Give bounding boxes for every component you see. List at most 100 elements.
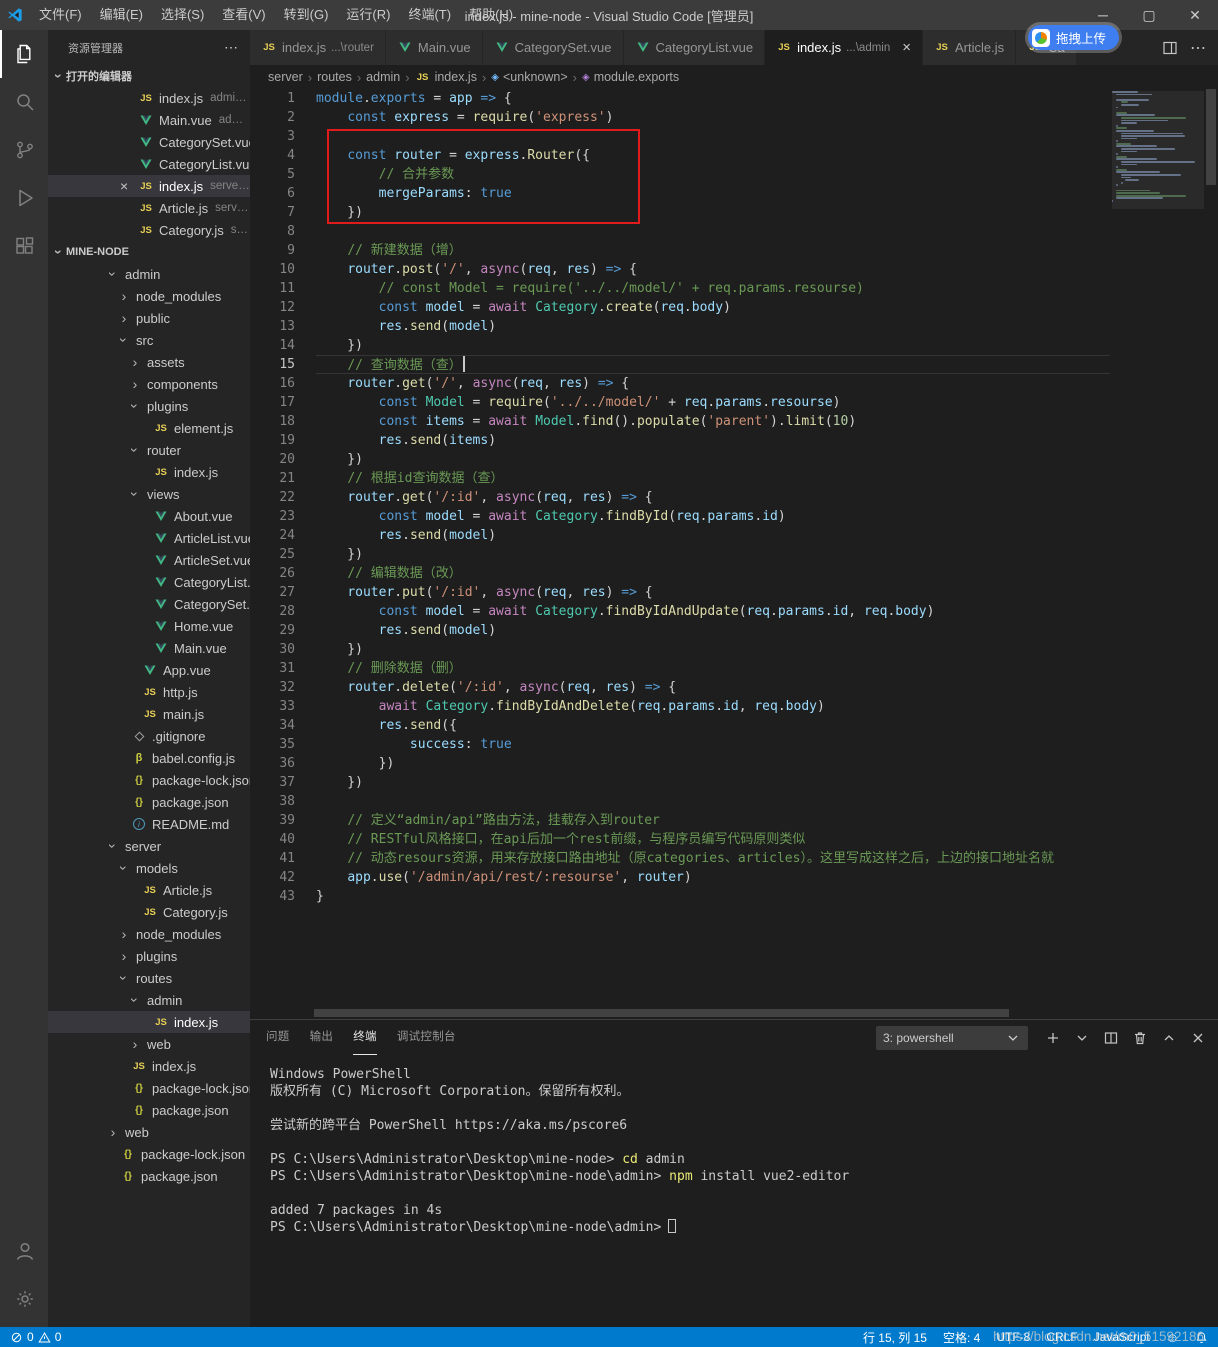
breadcrumb-item[interactable]: admin	[366, 70, 400, 84]
code-line[interactable]: 1 module.exports = app => {	[250, 89, 1110, 108]
tree-item[interactable]: › views	[48, 483, 250, 505]
code-line[interactable]: 5 // 合并参数	[250, 165, 1110, 184]
code-line[interactable]: 2 const express = require('express')	[250, 108, 1110, 127]
terminal-shell-select[interactable]: 3: powershell	[876, 1025, 1028, 1050]
explorer-icon[interactable]	[0, 30, 48, 78]
tree-item[interactable]: {} package-lock.json	[48, 1143, 250, 1165]
panel-tab[interactable]: 问题	[266, 1021, 290, 1055]
code-line[interactable]: 42 app.use('/admin/api/rest/:resourse', …	[250, 868, 1110, 887]
code-line[interactable]: 13 res.send(model)	[250, 317, 1110, 336]
tab-categorylist-vue[interactable]: CategoryList.vue	[623, 30, 766, 65]
project-header[interactable]: › MINE-NODE	[48, 241, 250, 263]
code-line[interactable]: 19 res.send(items)	[250, 431, 1110, 450]
chevron-down-icon[interactable]	[1074, 1030, 1090, 1046]
menu-item[interactable]: 终端(T)	[399, 0, 460, 30]
tab-main-vue[interactable]: Main.vue	[385, 30, 483, 65]
code-line[interactable]: 16 router.get('/', async(req, res) => {	[250, 374, 1110, 393]
open-editor-item[interactable]: JSArticle.jsserver\models	[48, 197, 250, 219]
open-editor-item[interactable]: CategorySet.vueadmi...	[48, 131, 250, 153]
breadcrumb-item[interactable]: routes	[317, 70, 352, 84]
extensions-icon[interactable]	[0, 222, 48, 270]
maximize-icon[interactable]: ▢	[1126, 0, 1172, 30]
tree-item[interactable]: JS index.js	[48, 461, 250, 483]
open-editor-item[interactable]: Main.vueadmin\src\vi...	[48, 109, 250, 131]
account-icon[interactable]	[0, 1227, 48, 1275]
tree-item[interactable]: JS Category.js	[48, 901, 250, 923]
code-line[interactable]: 41 // 动态resours资源，用来存放接口路由地址（原categories…	[250, 849, 1110, 868]
cursor-position[interactable]: 行 15, 列 15	[863, 1329, 927, 1346]
tree-item[interactable]: JS element.js	[48, 417, 250, 439]
code-line[interactable]: 40 // RESTful风格接口，在api后加一个rest前缀，与程序员编写代…	[250, 830, 1110, 849]
code-line[interactable]: 4 const router = express.Router({	[250, 146, 1110, 165]
more-actions-icon[interactable]: ⋯	[1190, 38, 1206, 58]
open-editor-item[interactable]: JSCategory.jsserver\mo...	[48, 219, 250, 241]
tree-item[interactable]: CategoryList.vue	[48, 571, 250, 593]
open-editor-item[interactable]: ×JSindex.jsserver\routes\a...	[48, 175, 250, 197]
code-line[interactable]: 37 })	[250, 773, 1110, 792]
code-editor[interactable]: 1 module.exports = app => {2 const expres…	[250, 89, 1218, 1007]
tree-item[interactable]: i README.md	[48, 813, 250, 835]
tree-item[interactable]: › src	[48, 329, 250, 351]
code-line[interactable]: 33 await Category.findByIdAndDelete(req.…	[250, 697, 1110, 716]
code-line[interactable]: 30 })	[250, 640, 1110, 659]
tree-item[interactable]: › public	[48, 307, 250, 329]
breadcrumb-item[interactable]: server	[268, 70, 303, 84]
code-line[interactable]: 43}	[250, 887, 1110, 906]
tree-item[interactable]: › assets	[48, 351, 250, 373]
close-icon[interactable]: ×	[902, 39, 911, 56]
tree-item[interactable]: {} package.json	[48, 1165, 250, 1187]
minimap[interactable]	[1112, 91, 1204, 1007]
tree-item[interactable]: {} package-lock.json	[48, 769, 250, 791]
panel-tab[interactable]: 调试控制台	[397, 1021, 456, 1055]
code-line[interactable]: 35 success: true	[250, 735, 1110, 754]
tree-item[interactable]: Home.vue	[48, 615, 250, 637]
terminal-output[interactable]: Windows PowerShell 版权所有 (C) Microsoft Cor…	[250, 1055, 1218, 1327]
tree-item[interactable]: › plugins	[48, 945, 250, 967]
tree-item[interactable]: JS Article.js	[48, 879, 250, 901]
tab-article-js[interactable]: JS Article.js	[923, 30, 1017, 65]
code-line[interactable]: 24 res.send(model)	[250, 526, 1110, 545]
menu-item[interactable]: 转到(G)	[275, 0, 338, 30]
search-icon[interactable]	[0, 78, 48, 126]
tree-item[interactable]: {} package.json	[48, 1099, 250, 1121]
tree-item[interactable]: › router	[48, 439, 250, 461]
tree-item[interactable]: .gitignore	[48, 725, 250, 747]
breadcrumb-item[interactable]: ◈ module.exports	[582, 70, 679, 84]
tree-item[interactable]: › admin	[48, 263, 250, 285]
tree-item[interactable]: JS main.js	[48, 703, 250, 725]
code-line[interactable]: 25 })	[250, 545, 1110, 564]
code-line[interactable]: 21 // 根据id查询数据（查）	[250, 469, 1110, 488]
tree-item[interactable]: JS index.js	[48, 1011, 250, 1033]
code-line[interactable]: 3	[250, 127, 1110, 146]
indentation[interactable]: 空格: 4	[943, 1329, 980, 1346]
code-line[interactable]: 7 })	[250, 203, 1110, 222]
code-line[interactable]: 28 const model = await Category.findById…	[250, 602, 1110, 621]
code-line[interactable]: 8	[250, 222, 1110, 241]
tree-item[interactable]: › admin	[48, 989, 250, 1011]
tree-item[interactable]: CategorySet.vue	[48, 593, 250, 615]
tree-item[interactable]: Main.vue	[48, 637, 250, 659]
tree-item[interactable]: About.vue	[48, 505, 250, 527]
tree-item[interactable]: ArticleSet.vue	[48, 549, 250, 571]
open-editor-item[interactable]: JSindex.jsadmin\src\router	[48, 87, 250, 109]
tree-item[interactable]: {} package.json	[48, 791, 250, 813]
kill-terminal-icon[interactable]	[1132, 1030, 1148, 1046]
tree-item[interactable]: {} package-lock.json	[48, 1077, 250, 1099]
menu-item[interactable]: 编辑(E)	[91, 0, 152, 30]
horizontal-scrollbar[interactable]	[250, 1007, 1218, 1019]
code-line[interactable]: 15 // 查询数据（查）	[250, 355, 1110, 374]
tree-item[interactable]: JS index.js	[48, 1055, 250, 1077]
maximize-panel-icon[interactable]	[1161, 1030, 1177, 1046]
code-line[interactable]: 31 // 删除数据（删）	[250, 659, 1110, 678]
tree-item[interactable]: › server	[48, 835, 250, 857]
split-editor-icon[interactable]	[1162, 40, 1178, 56]
close-panel-icon[interactable]	[1190, 1030, 1206, 1046]
code-line[interactable]: 18 const items = await Model.find().popu…	[250, 412, 1110, 431]
menu-item[interactable]: 查看(V)	[213, 0, 274, 30]
code-line[interactable]: 27 router.put('/:id', async(req, res) =>…	[250, 583, 1110, 602]
tab-categoryset-vue[interactable]: CategorySet.vue	[482, 30, 624, 65]
code-line[interactable]: 14 })	[250, 336, 1110, 355]
code-line[interactable]: 22 router.get('/:id', async(req, res) =>…	[250, 488, 1110, 507]
tab-index-js[interactable]: JS index.js ...\router	[250, 30, 386, 65]
panel-tab[interactable]: 输出	[310, 1021, 334, 1055]
